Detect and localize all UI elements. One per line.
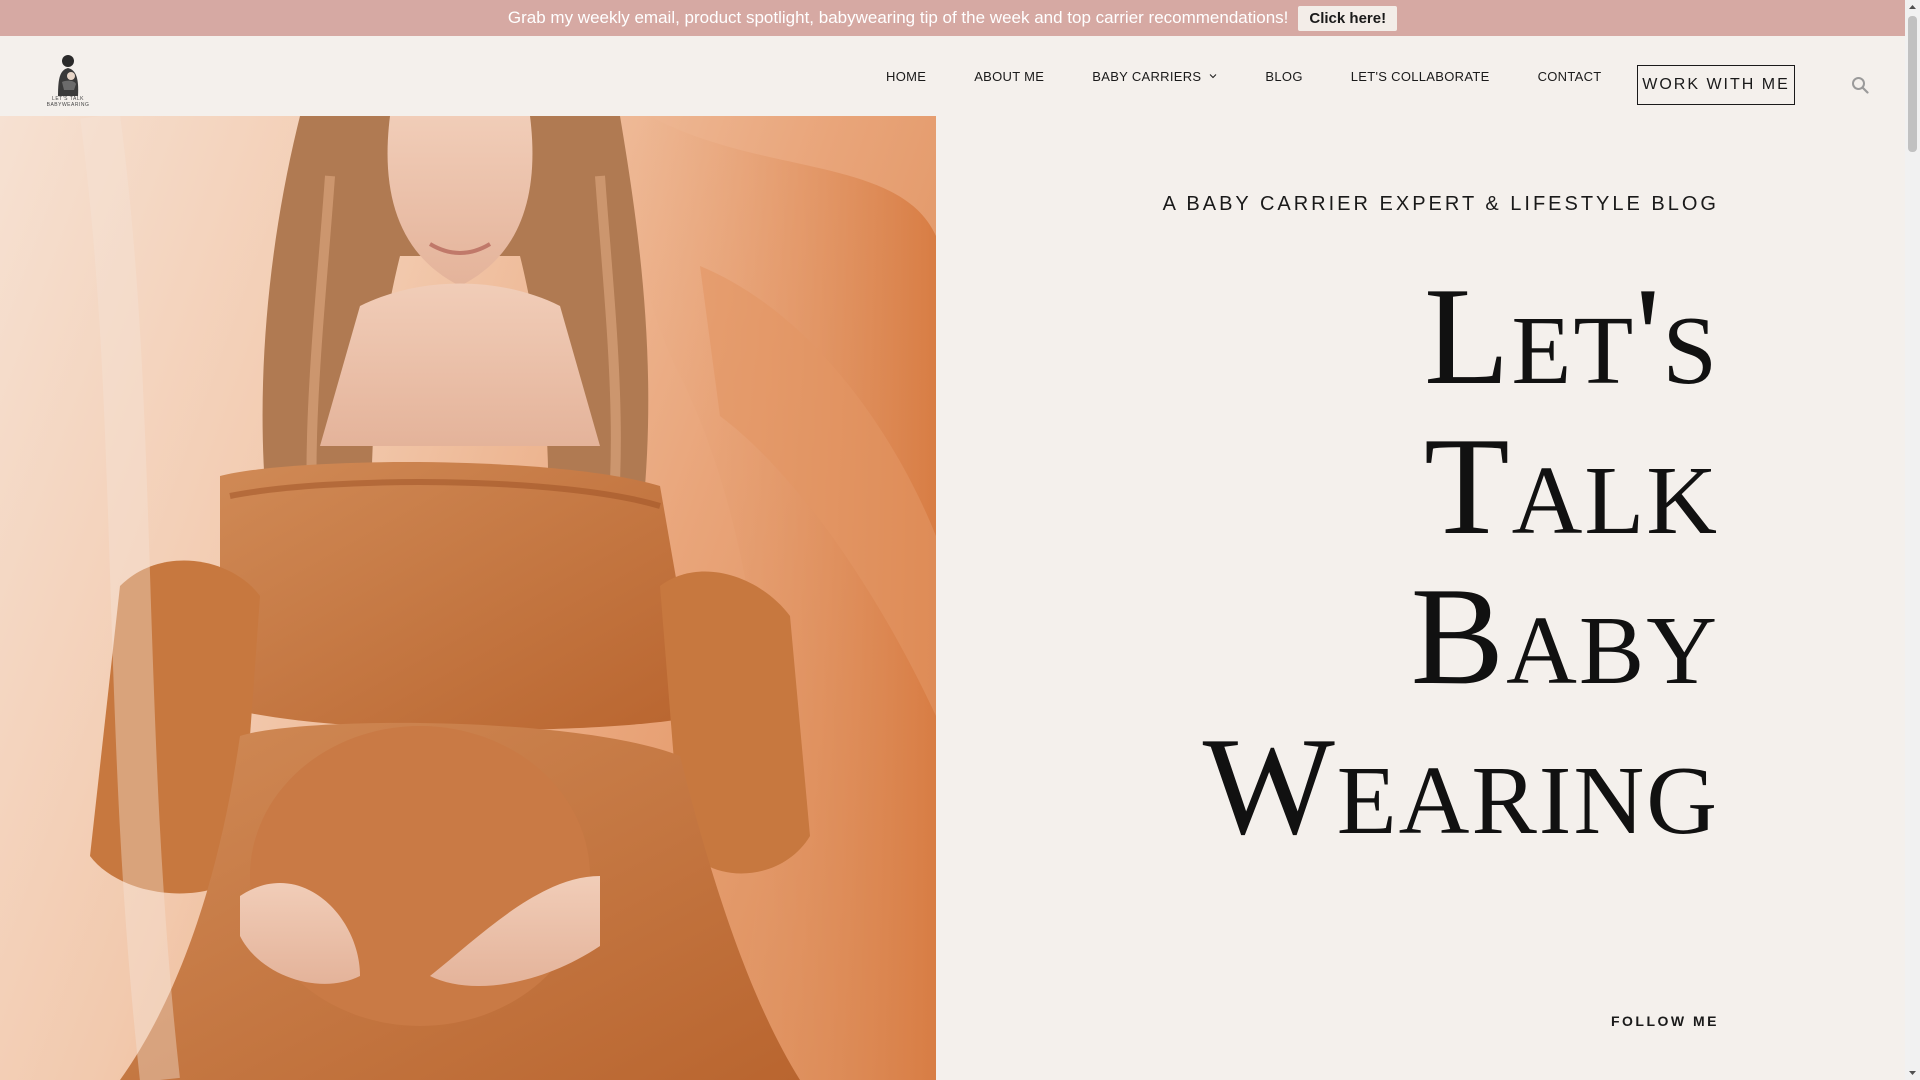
nav-home[interactable]: HOME xyxy=(886,69,926,84)
scroll-thumb[interactable] xyxy=(1908,16,1917,152)
site-logo[interactable]: LET'S TALK BABYWEARING xyxy=(40,52,96,110)
page-scrollbar[interactable] xyxy=(1905,0,1920,1080)
nav-contact[interactable]: CONTACT xyxy=(1538,69,1602,84)
announcement-button[interactable]: Click here! xyxy=(1298,5,1398,31)
site-header: LET'S TALK BABYWEARING HOME ABOUT ME BAB… xyxy=(0,36,1905,116)
logo-mother-baby-icon xyxy=(58,55,79,96)
main-nav: HOME ABOUT ME BABY CARRIERS BLOG LET'S C… xyxy=(886,36,1602,116)
hero-tagline: A BABY CARRIER EXPERT & LIFESTYLE BLOG xyxy=(1162,193,1719,215)
chevron-down-icon xyxy=(1210,74,1217,79)
scroll-up-icon[interactable] xyxy=(1908,3,1917,12)
follow-me-label: FOLLOW ME xyxy=(1610,1013,1719,1029)
nav-blog[interactable]: BLOG xyxy=(1265,69,1302,84)
announcement-text: Grab my weekly email, product spotlight,… xyxy=(507,8,1289,27)
headline-line-2: Talk xyxy=(1424,409,1719,564)
scroll-down-icon[interactable] xyxy=(1908,1068,1917,1077)
work-with-me-button[interactable]: WORK WITH ME xyxy=(1637,65,1795,105)
announcement-bar: Grab my weekly email, product spotlight,… xyxy=(0,0,1905,36)
headline-line-3: Baby xyxy=(1410,559,1719,714)
headline-line-4: Wearing xyxy=(1202,709,1719,864)
nav-about-me[interactable]: ABOUT ME xyxy=(974,69,1044,84)
nav-baby-carriers[interactable]: BABY CARRIERS xyxy=(1092,69,1217,84)
search-icon[interactable] xyxy=(1851,76,1869,94)
hero-headline: Let's Talk Baby Wearing xyxy=(1203,262,1719,862)
hero-photo xyxy=(0,116,936,1080)
nav-lets-collaborate[interactable]: LET'S COLLABORATE xyxy=(1351,69,1490,84)
headline-line-1: Let's xyxy=(1424,259,1719,414)
logo-text: LET'S TALK BABYWEARING xyxy=(46,96,90,108)
